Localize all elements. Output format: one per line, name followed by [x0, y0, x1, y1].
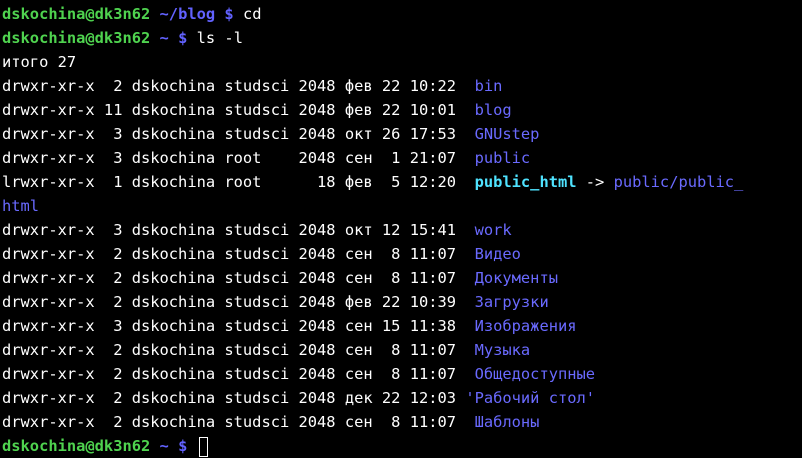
entry-meta: drwxr-xr-x 3 dskochina studsci 2048 окт … — [2, 221, 475, 239]
entry-name: Общедоступные — [474, 365, 596, 383]
entry-meta: drwxr-xr-x 2 dskochina studsci 2048 сен … — [2, 413, 475, 431]
listing-row: drwxr-xr-x 2 dskochina studsci 2048 дек … — [2, 386, 802, 410]
entry-meta: drwxr-xr-x 3 dskochina studsci 2048 сен … — [2, 317, 475, 335]
listing-row: drwxr-xr-x 3 dskochina studsci 2048 окт … — [2, 218, 802, 242]
entry-meta: drwxr-xr-x 2 dskochina studsci 2048 дек … — [2, 389, 466, 407]
listing-row: drwxr-xr-x 3 dskochina root 2048 сен 1 2… — [2, 146, 802, 170]
listing-row: drwxr-xr-x 2 dskochina studsci 2048 сен … — [2, 338, 802, 362]
symlink-name: public_html — [474, 173, 577, 191]
entry-name: Шаблоны — [474, 413, 540, 431]
prompt-symbol: $ — [215, 5, 243, 23]
entry-name: Документы — [474, 269, 558, 287]
entry-meta: drwxr-xr-x 3 dskochina root 2048 сен 1 2… — [2, 149, 475, 167]
entry-name: GNUstep — [474, 125, 540, 143]
entry-meta: drwxr-xr-x 11 dskochina studsci 2048 фев… — [2, 101, 475, 119]
entry-name: work — [474, 221, 512, 239]
entry-name: Изображения — [474, 317, 577, 335]
prompt-line: dskochina@dk3n62 ~/blog $ cd — [2, 2, 802, 26]
entry-meta: drwxr-xr-x 3 dskochina studsci 2048 окт … — [2, 125, 475, 143]
listing-row-wrap: html — [2, 194, 802, 218]
entry-name: blog — [474, 101, 512, 119]
active-prompt-line[interactable]: dskochina@dk3n62 ~ $ — [2, 434, 802, 458]
entry-meta: lrwxr-xr-x 1 dskochina root 18 фев 5 12:… — [2, 173, 475, 191]
prompt-line: dskochina@dk3n62 ~ $ ls -l — [2, 26, 802, 50]
entry-meta: drwxr-xr-x 2 dskochina studsci 2048 сен … — [2, 341, 475, 359]
entry-meta: drwxr-xr-x 2 dskochina studsci 2048 сен … — [2, 269, 475, 287]
terminal-window[interactable]: dskochina@dk3n62 ~/blog $ cd dskochina@d… — [0, 0, 802, 458]
listing-row: drwxr-xr-x 11 dskochina studsci 2048 фев… — [2, 98, 802, 122]
text-cursor[interactable] — [198, 436, 208, 457]
entry-meta: drwxr-xr-x 2 dskochina studsci 2048 фев … — [2, 293, 475, 311]
prompt-symbol: $ — [168, 29, 197, 47]
prompt-path: ~ — [150, 437, 169, 455]
entry-name: Видео — [474, 245, 521, 263]
entry-name: 'Рабочий стол' — [465, 389, 596, 407]
entry-meta: drwxr-xr-x 2 dskochina studsci 2048 сен … — [2, 365, 475, 383]
listing-row: lrwxr-xr-x 1 dskochina root 18 фев 5 12:… — [2, 170, 802, 194]
command-text: ls -l — [196, 29, 243, 47]
listing-row: drwxr-xr-x 2 dskochina studsci 2048 сен … — [2, 410, 802, 434]
entry-meta: drwxr-xr-x 2 dskochina studsci 2048 сен … — [2, 245, 475, 263]
prompt-user: dskochina@dk3n62 — [2, 5, 151, 23]
listing-row: drwxr-xr-x 3 dskochina studsci 2048 окт … — [2, 122, 802, 146]
prompt-symbol: $ — [168, 437, 197, 455]
entry-name: bin — [474, 77, 503, 95]
entry-name: Загрузки — [474, 293, 549, 311]
entry-meta: drwxr-xr-x 2 dskochina studsci 2048 фев … — [2, 77, 475, 95]
total-line: итого 27 — [2, 53, 77, 71]
symlink-target: public/public_ — [613, 173, 744, 191]
command-text: cd — [242, 5, 262, 23]
prompt-path: ~/blog — [150, 5, 216, 23]
listing-row: drwxr-xr-x 2 dskochina studsci 2048 сен … — [2, 362, 802, 386]
listing-row: drwxr-xr-x 2 dskochina studsci 2048 сен … — [2, 266, 802, 290]
prompt-user: dskochina@dk3n62 — [2, 29, 151, 47]
prompt-path: ~ — [150, 29, 169, 47]
prompt-user: dskochina@dk3n62 — [2, 437, 151, 455]
listing-row: drwxr-xr-x 2 dskochina studsci 2048 сен … — [2, 242, 802, 266]
symlink-arrow: -> — [576, 173, 614, 191]
listing-row: drwxr-xr-x 3 dskochina studsci 2048 сен … — [2, 314, 802, 338]
listing-row: drwxr-xr-x 2 dskochina studsci 2048 фев … — [2, 290, 802, 314]
symlink-target-wrap: html — [2, 197, 40, 215]
entry-name: Музыка — [474, 341, 531, 359]
listing-row: drwxr-xr-x 2 dskochina studsci 2048 фев … — [2, 74, 802, 98]
entry-name: public — [474, 149, 531, 167]
